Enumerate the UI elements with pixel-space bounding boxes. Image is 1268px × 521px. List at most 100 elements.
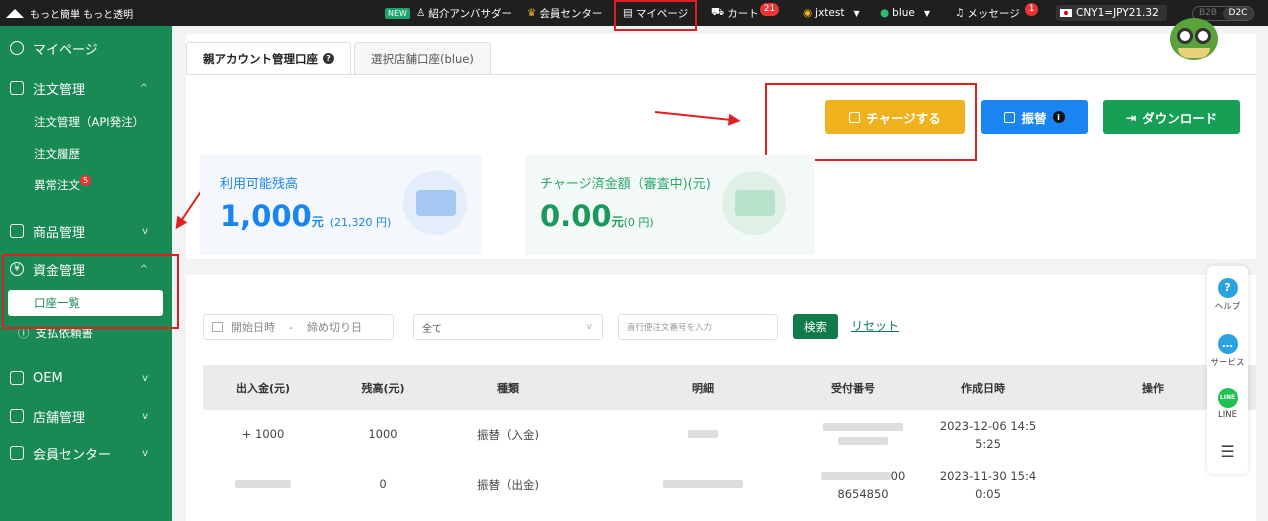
line-icon: LINE [1217, 388, 1238, 408]
d2c-option[interactable]: D2C [1223, 7, 1253, 20]
charged-amount: 0.00元(0 円) [540, 199, 654, 233]
chevron-up-icon: ^ [139, 82, 148, 94]
sidebar-label: 異常注文 [34, 178, 80, 192]
help-label: ヘルプ [1214, 302, 1241, 312]
ambassador-link[interactable]: NEW ♙ 紹介アンバサダー [385, 0, 512, 26]
col-type: 種類 [497, 381, 519, 395]
crown-outline-icon [10, 446, 24, 460]
type-select[interactable]: 全て v [413, 314, 603, 340]
currency-unit: 元 [611, 215, 624, 229]
sidebar-subitem-order-api[interactable]: 注文管理（API発注） [34, 111, 144, 133]
charged-jpy: (0 円) [623, 216, 654, 229]
type-select-value: 全て [422, 323, 442, 335]
chevron-down-icon: v [142, 447, 148, 459]
chevron-down-icon: ▼ [923, 8, 931, 18]
user-avatar-icon: ◉ [803, 7, 813, 19]
sidebar-item-mypage[interactable]: マイページ [0, 34, 172, 62]
transactions-panel: 開始日時 - 締め切り日 全て v 直行便注文番号を入力 検索 リセット 出入金… [186, 275, 1256, 521]
date-range-picker[interactable]: 開始日時 - 締め切り日 [203, 314, 394, 340]
sidebar-subitem-abnormal-order[interactable]: 異常注文 5 [34, 174, 92, 196]
calendar-icon [212, 322, 223, 332]
available-balance-label: 利用可能残高 [220, 177, 299, 192]
table-row: 0 振替（出金) 00 8654850 2023-11-30 15:4 0:05 [203, 465, 1256, 515]
receipt-line1: 00 [890, 469, 906, 483]
sidebar-item-oem[interactable]: OEM v [0, 364, 172, 392]
help-button[interactable]: ? ヘルプ [1207, 278, 1248, 312]
reset-link[interactable]: リセット [851, 317, 899, 334]
info-icon: i [1052, 111, 1065, 123]
download-button[interactable]: ⇥ ダウンロード [1103, 100, 1240, 134]
chat-icon: … [1217, 334, 1238, 354]
member-center-label: 会員センター [539, 7, 603, 20]
shop-menu[interactable]: ● blue ▼ [880, 0, 930, 26]
brand-logo[interactable]: もっと簡単 もっと透明 [6, 0, 133, 26]
shop-name: blue [892, 7, 915, 19]
download-label: ダウンロード [1142, 110, 1218, 126]
order-number-input[interactable]: 直行便注文番号を入力 [618, 314, 778, 340]
crown-icon: ♛ [527, 7, 537, 19]
card-illustration [403, 171, 467, 235]
highlight-box-mypage [614, 0, 697, 31]
username: jxtest [815, 7, 845, 19]
sidebar-item-member-center[interactable]: 会員センター v [0, 439, 172, 467]
cell-created: 2023-11-30 15:4 0:05 [933, 467, 1043, 503]
cell-created: 2023-12-06 14:5 5:25 [933, 417, 1043, 453]
sidebar-item-store-mgmt[interactable]: 店舗管理 v [0, 402, 172, 430]
available-amount-value: 1,000 [220, 199, 312, 233]
abnormal-count-badge: 5 [80, 175, 92, 186]
account-tabs: 親アカウント管理口座 ? 選択店舗口座(blue) [186, 42, 494, 74]
cell-balance: 1000 [368, 427, 398, 441]
user-menu[interactable]: ◉ jxtest ▼ [803, 0, 860, 26]
bag-icon [10, 224, 24, 238]
tab-divider [186, 74, 1256, 75]
col-amount: 出入金(元) [235, 381, 291, 395]
list-icon [10, 81, 24, 95]
table-header: 出入金(元) 残高(元) 種類 明細 受付番号 作成日時 操作 [203, 365, 1256, 410]
tab-selected-store[interactable]: 選択店舗口座(blue) [354, 42, 491, 74]
redacted-text [838, 437, 888, 445]
mountain-logo-icon [6, 7, 26, 19]
person-icon: ♙ [415, 7, 426, 19]
service-button[interactable]: … サービス [1207, 334, 1248, 368]
cart-icon: ⛟ [711, 6, 725, 18]
charged-amount-label: チャージ済金額（審査中)(元) [540, 177, 711, 192]
available-balance-card: 利用可能残高 1,000元 (21,320 円) [200, 155, 482, 255]
start-date: 開始日時 [231, 321, 275, 334]
avatar-eye [1177, 28, 1193, 44]
created-line2: 0:05 [975, 487, 1001, 501]
created-line2: 5:25 [975, 437, 1001, 451]
search-button[interactable]: 検索 [793, 314, 838, 339]
ambassador-label: 紹介アンバサダー [428, 7, 512, 20]
sidebar-item-order-mgmt[interactable]: 注文管理 ^ [0, 74, 172, 102]
tab-label: 親アカウント管理口座 [203, 51, 318, 66]
service-label: サービス [1210, 358, 1245, 368]
cart-link[interactable]: ⛟ カート 21 [711, 0, 780, 26]
question-icon[interactable]: ? [323, 53, 334, 64]
messages-link[interactable]: ♫ メッセージ 1 [955, 0, 1039, 26]
currency-unit: 元 [311, 215, 324, 229]
japan-flag-icon [1060, 9, 1072, 17]
wallet-icon [416, 190, 456, 216]
wallet-icon [735, 190, 775, 216]
table-row: + 1000 1000 振替（入金) 2023-12-06 14:5 5:25 [203, 415, 1256, 461]
sidebar-label: 注文管理 [33, 82, 86, 98]
clock-icon [10, 41, 24, 55]
member-center-link[interactable]: ♛ 会員センター [527, 0, 602, 26]
redacted-text [823, 423, 903, 431]
transfer-button[interactable]: 振替 i [981, 100, 1088, 134]
tab-parent-account[interactable]: 親アカウント管理口座 ? [186, 42, 351, 74]
cell-detail [673, 427, 733, 441]
redacted-text [688, 430, 718, 438]
frog-avatar[interactable] [1170, 18, 1218, 60]
cell-receipt [803, 420, 923, 448]
sidebar-label: 会員センター [33, 447, 112, 463]
highlight-box-charge [765, 83, 977, 161]
line-button[interactable]: LINE LINE [1207, 388, 1248, 420]
sidebar-label: 商品管理 [33, 225, 86, 241]
collapse-menu-icon[interactable]: ☰ [1207, 442, 1248, 461]
receipt-line2: 8654850 [837, 487, 889, 501]
col-receipt: 受付番号 [831, 381, 875, 395]
sidebar-item-product-mgmt[interactable]: 商品管理 v [0, 217, 172, 245]
cell-receipt: 00 8654850 [803, 467, 923, 503]
sidebar-subitem-order-history[interactable]: 注文履歴 [34, 143, 80, 165]
